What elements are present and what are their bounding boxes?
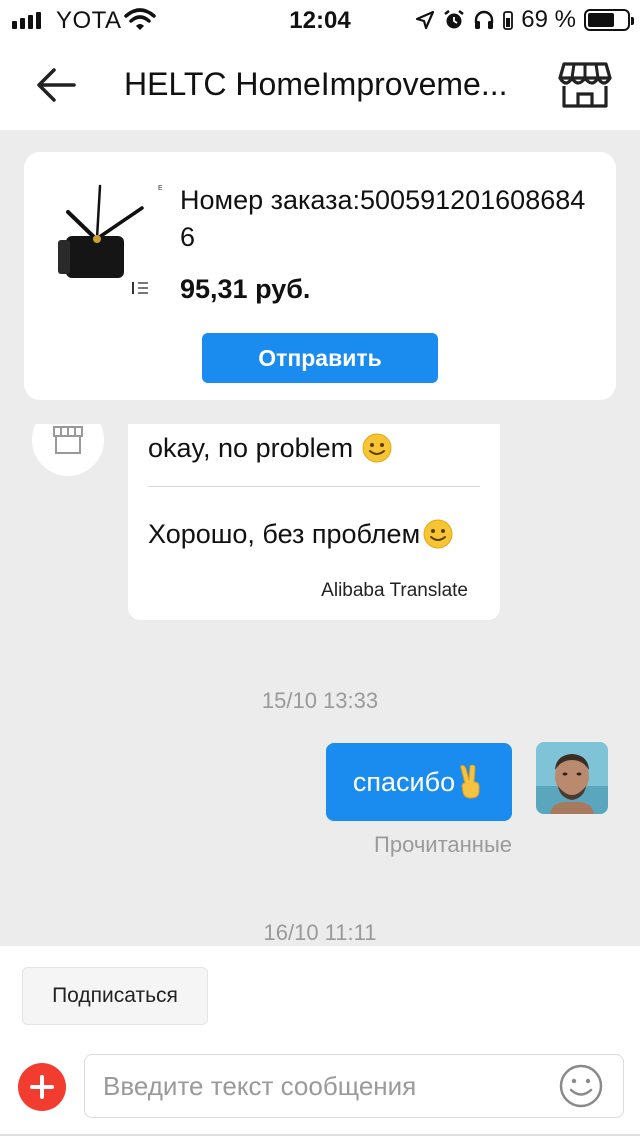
send-order-button[interactable]: Отправить <box>202 333 438 383</box>
outgoing-message-text: спасибо <box>352 766 456 797</box>
battery-small-icon <box>503 11 514 30</box>
smiley-emoji-icon <box>423 519 453 549</box>
shop-avatar[interactable] <box>32 424 104 476</box>
order-price: 95,31 руб. <box>180 274 311 304</box>
location-icon <box>416 10 435 30</box>
message-timestamp: 15/10 13:33 <box>261 688 379 713</box>
battery-percent: 69 % <box>521 6 576 33</box>
headphones-icon <box>475 10 494 29</box>
outgoing-message[interactable]: спасибо <box>326 743 512 821</box>
store-icon[interactable] <box>558 60 612 110</box>
read-status: Прочитанные <box>374 832 512 857</box>
order-number: Номер заказа:5005912016086846 <box>180 185 586 252</box>
incoming-message[interactable]: okay, no problem Хорошо, без проблем Ali… <box>128 424 500 620</box>
add-attachment-button[interactable] <box>18 1063 66 1111</box>
battery-icon <box>584 9 634 31</box>
translation-divider <box>148 486 480 487</box>
store-icon <box>53 426 83 454</box>
message-translated-text: Хорошо, без проблем <box>148 518 421 549</box>
message-input[interactable] <box>84 1054 624 1118</box>
status-bar: YOTA 12:04 69 % <box>0 0 640 40</box>
product-image: E <box>58 184 163 294</box>
subscribe-button[interactable]: Подписаться <box>22 967 208 1025</box>
message-original-text: okay, no problem <box>148 432 354 463</box>
chat-title: HELTC HomeImproveme... <box>124 66 508 102</box>
back-arrow-icon[interactable] <box>30 62 80 108</box>
status-icons: 69 % <box>415 6 634 34</box>
user-avatar[interactable] <box>536 742 608 814</box>
alarm-icon <box>444 10 465 29</box>
chat-header: HELTC HomeImproveme... <box>0 40 640 130</box>
battery-fill <box>588 13 615 27</box>
message-timestamp: 16/10 11:11 <box>263 920 377 945</box>
product-card[interactable]: E Номер заказа:5005912016086846 95,31 ру… <box>24 152 616 400</box>
message-original: okay, no problem <box>148 432 393 464</box>
victory-hand-emoji-icon <box>460 765 480 799</box>
emoji-icon[interactable] <box>558 1063 604 1109</box>
product-area: E Номер заказа:5005912016086846 95,31 ру… <box>0 130 640 424</box>
translation-source: Alibaba Translate <box>321 580 468 601</box>
svg-text:E: E <box>158 185 163 192</box>
chat-messages[interactable]: okay, no problem Хорошо, без проблем Ali… <box>0 424 640 946</box>
bottom-bar: Подписаться <box>0 946 640 1136</box>
smiley-emoji-icon <box>362 433 392 463</box>
message-translation: Хорошо, без проблем <box>148 518 454 550</box>
user-photo <box>536 742 608 814</box>
